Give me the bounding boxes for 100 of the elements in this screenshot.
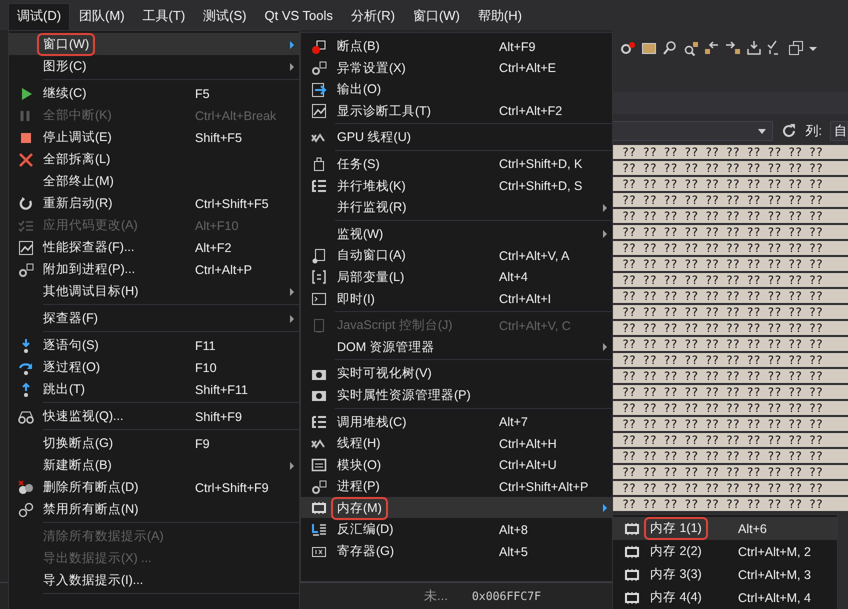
- menu-item[interactable]: 新建断点(B): [9, 454, 299, 476]
- menu-item[interactable]: 内存 4(4) Ctrl+Alt+M, 4: [613, 586, 837, 609]
- columns-field[interactable]: 自: [830, 121, 848, 141]
- menu-item[interactable]: 图形(C): [9, 55, 299, 77]
- menu-item[interactable]: 并行堆栈(K) Ctrl+Shift+D, S: [301, 174, 612, 196]
- menu-item[interactable]: GPU 线程(U): [301, 126, 612, 148]
- memory-row: ?? ?? ?? ?? ?? ?? ?? ?? ?? ??: [612, 337, 848, 351]
- menu-item[interactable]: 性能探查器(F)... Alt+F2: [9, 236, 299, 258]
- menu-bar-item[interactable]: 分析(R): [342, 3, 404, 30]
- checklist-icon: [18, 218, 34, 234]
- search-icon[interactable]: [683, 40, 699, 56]
- memory-row: ?? ?? ?? ?? ?? ?? ?? ?? ?? ??: [612, 353, 848, 367]
- menu-item[interactable]: 局部变量(L) Alt+4: [301, 266, 612, 288]
- memory-row: ?? ?? ?? ?? ?? ?? ?? ?? ?? ??: [612, 433, 848, 447]
- magnifier-icon[interactable]: [662, 40, 678, 56]
- menu-bar-item[interactable]: 窗口(W): [404, 3, 469, 30]
- chip-icon: [624, 544, 640, 560]
- menu-item[interactable]: 即时(I) Ctrl+Alt+I: [301, 288, 612, 310]
- memory-row: ?? ?? ?? ?? ?? ?? ?? ?? ?? ??: [612, 145, 848, 159]
- menu-item[interactable]: 跳出(T) Shift+F11: [9, 378, 299, 400]
- menu-item[interactable]: 监视(W): [301, 222, 612, 244]
- menu-item[interactable]: 内存 3(3) Ctrl+Alt+M, 3: [613, 563, 837, 586]
- memory-row: ?? ?? ?? ?? ?? ?? ?? ?? ?? ??: [612, 289, 848, 303]
- menu-item[interactable]: 线程(H) Ctrl+Alt+H: [301, 432, 612, 454]
- menu-bar-item[interactable]: 测试(S): [194, 3, 256, 30]
- document-icon: [311, 248, 327, 264]
- memory-row: ?? ?? ?? ?? ?? ?? ?? ?? ?? ??: [612, 369, 848, 383]
- menu-item[interactable]: 逐语句(S) F11: [9, 334, 299, 356]
- menu-bar-item[interactable]: Qt VS Tools: [256, 3, 342, 30]
- menu-item[interactable]: 并行监视(R): [301, 196, 612, 218]
- menu-item[interactable]: 导入数据提示(I)...: [9, 569, 299, 591]
- memory-row: ?? ?? ?? ?? ?? ?? ?? ?? ?? ??: [612, 273, 848, 287]
- gear-icon: [311, 478, 327, 495]
- memory-row: ?? ?? ?? ?? ?? ?? ?? ?? ?? ??: [612, 321, 848, 335]
- menu-item[interactable]: 继续(C) F5: [9, 82, 299, 104]
- memory-row: ?? ?? ?? ?? ?? ?? ?? ?? ?? ??: [612, 385, 848, 399]
- breakpoint-icon: [311, 38, 327, 54]
- menu-item[interactable]: 实时属性资源管理器(P): [301, 384, 612, 406]
- memory-row: ?? ?? ?? ?? ?? ?? ?? ?? ?? ??: [612, 161, 848, 175]
- menu-item[interactable]: 停止调试(E) Shift+F5: [9, 126, 299, 148]
- chart-icon: [18, 240, 34, 256]
- menu-item[interactable]: 全部拆离(L): [9, 148, 299, 170]
- menu-item[interactable]: 自动窗口(A) Ctrl+Alt+V, A: [301, 244, 612, 266]
- menu-bar-item[interactable]: 团队(M): [70, 3, 134, 30]
- memory-row: ?? ?? ?? ?? ?? ?? ?? ?? ?? ??: [612, 401, 848, 415]
- copy-icon[interactable]: [788, 40, 804, 56]
- menu-item[interactable]: DOM 资源管理器: [301, 336, 612, 358]
- menu-bar-item[interactable]: 工具(T): [134, 3, 194, 30]
- arrow-left-icon[interactable]: [704, 40, 720, 56]
- window-icon[interactable]: [641, 40, 657, 56]
- menu-item[interactable]: 异常设置(X) Ctrl+Alt+E: [301, 56, 612, 78]
- menu-item[interactable]: 探查器(F): [9, 307, 299, 329]
- menu-item[interactable]: 反汇编(D) Alt+8: [301, 518, 612, 540]
- menu-item[interactable]: 窗口(W): [9, 33, 299, 55]
- menu-item[interactable]: 全部终止(M): [9, 170, 299, 192]
- memory-row: ?? ?? ?? ?? ?? ?? ?? ?? ?? ??: [612, 305, 848, 319]
- chip-icon: [311, 500, 327, 516]
- gear-icon[interactable]: [620, 40, 636, 56]
- list-icon: [311, 522, 327, 538]
- gear-icon: [311, 60, 327, 76]
- menu-item[interactable]: 寄存器(G) Alt+5: [301, 540, 612, 562]
- arrow-right-icon[interactable]: [725, 40, 741, 56]
- caret-icon: [758, 128, 766, 134]
- memory-row: ?? ?? ?? ?? ?? ?? ?? ?? ?? ??: [612, 241, 848, 255]
- menu-bar-item[interactable]: 调试(D): [8, 3, 70, 30]
- menu-item[interactable]: 快速监视(Q)... Shift+F9: [9, 405, 299, 427]
- menu-item[interactable]: 模块(O) Ctrl+Alt+U: [301, 454, 612, 476]
- menu-item[interactable]: 其他调试目标(H): [9, 280, 299, 302]
- glasses-icon: [18, 408, 34, 424]
- document-icon: [311, 318, 327, 334]
- menu-item[interactable]: 内存(M): [301, 496, 612, 518]
- tray-arrow-icon[interactable]: [746, 40, 762, 56]
- memory-row: ?? ?? ?? ?? ?? ?? ?? ?? ?? ??: [612, 225, 848, 239]
- close-icon: [18, 152, 34, 168]
- menu-item[interactable]: 删除所有断点(D) Ctrl+Shift+F9: [9, 476, 299, 498]
- menu-bar-item[interactable]: 帮助(H): [468, 3, 531, 30]
- menu-item[interactable]: 任务(S) Ctrl+Shift+D, K: [301, 152, 612, 175]
- menu-item[interactable]: 切换断点(G) F9: [9, 432, 299, 454]
- menu-item[interactable]: 重新启动(R) Ctrl+Shift+F5: [9, 192, 299, 214]
- gear-icon: [18, 262, 34, 278]
- menu-item[interactable]: 附加到进程(P)... Ctrl+Alt+P: [9, 258, 299, 280]
- restart-icon: [18, 196, 34, 212]
- menu-item[interactable]: 禁用所有断点(N): [9, 498, 299, 520]
- menu-item[interactable]: 输出(O): [301, 78, 612, 100]
- menu-item[interactable]: 内存 2(2) Ctrl+Alt+M, 2: [613, 540, 837, 563]
- output-icon: [311, 82, 327, 98]
- memory-row: ?? ?? ?? ?? ?? ?? ?? ?? ?? ??: [612, 177, 848, 191]
- refresh-icon[interactable]: [781, 123, 798, 139]
- menu-item[interactable]: 断点(B) Alt+F9: [301, 35, 612, 57]
- menu-item[interactable]: 内存 1(1) Alt+6: [613, 517, 837, 540]
- caret-icon[interactable]: [809, 44, 817, 52]
- menu-item[interactable]: 逐过程(O) F10: [9, 356, 299, 378]
- menu-item[interactable]: 实时可视化树(V): [301, 362, 612, 384]
- menu-item[interactable]: 进程(P) Ctrl+Shift+Alt+P: [301, 475, 612, 497]
- menu-item[interactable]: 显示诊断工具(T) Ctrl+Alt+F2: [301, 100, 612, 122]
- memory-row: ?? ?? ?? ?? ?? ?? ?? ?? ?? ??: [612, 209, 848, 223]
- menu-item[interactable]: 调用堆栈(C) Alt+7: [301, 410, 612, 432]
- chart-icon: [311, 103, 327, 120]
- memory-row: ?? ?? ?? ?? ?? ?? ?? ?? ?? ??: [612, 497, 848, 511]
- columns-label: 列:: [805, 122, 822, 140]
